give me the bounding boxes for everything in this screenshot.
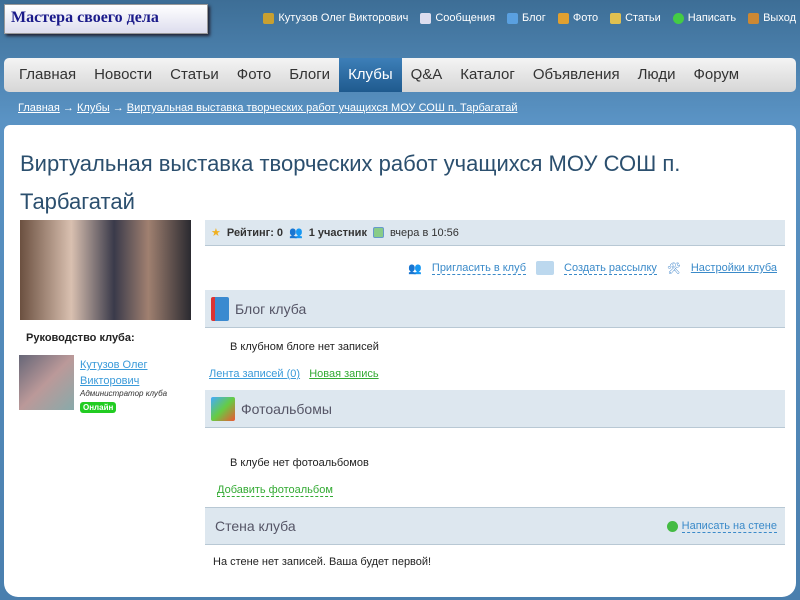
blog-link[interactable]: Блог — [507, 12, 546, 24]
nav-photo[interactable]: Фото — [228, 58, 280, 92]
rating: Рейтинг: 0 — [226, 226, 284, 239]
online-badge: Онлайн — [80, 402, 117, 413]
logout-link[interactable]: Выход — [748, 12, 796, 24]
photo-icon — [557, 12, 569, 24]
profile-link[interactable]: Кутузов Олег Викторович — [263, 12, 408, 24]
articles-icon — [610, 12, 622, 24]
invite-icon: 👥 — [408, 262, 422, 275]
nav-ads[interactable]: Объявления — [524, 58, 629, 92]
feed-link[interactable]: Лента записей (0) — [209, 368, 300, 380]
albums-title: Фотоальбомы — [241, 400, 332, 417]
blog-header: Блог клуба — [205, 290, 785, 328]
blog-links: Лента записей (0) Новая запись — [209, 368, 789, 380]
nav-blogs[interactable]: Блоги — [280, 58, 339, 92]
members-count[interactable]: 1 участник — [309, 227, 367, 239]
messages-link[interactable]: Сообщения — [420, 12, 495, 24]
breadcrumb-home[interactable]: Главная — [18, 102, 60, 114]
nav-home[interactable]: Главная — [10, 58, 85, 92]
breadcrumb: Главная → Клубы → Виртуальная выставка т… — [18, 102, 518, 114]
wall-header: Стена клуба Написать на стене — [205, 507, 785, 545]
date: вчера в 10:56 — [389, 226, 459, 239]
breadcrumb-current[interactable]: Виртуальная выставка творческих работ уч… — [127, 102, 518, 114]
main-nav: Главная Новости Статьи Фото Блоги Клубы … — [4, 58, 796, 92]
nav-forum[interactable]: Форум — [684, 58, 748, 92]
albums-links: Добавить фотоальбом — [217, 484, 797, 497]
articles-label: Статьи — [625, 12, 661, 24]
club-photo — [20, 220, 191, 320]
user-menu: Кутузов Олег Викторович Сообщения Блог Ф… — [263, 12, 796, 24]
avatar[interactable] — [19, 355, 74, 410]
tools-icon: 🛠 — [666, 262, 681, 275]
add-album-link[interactable]: Добавить фотоальбом — [217, 484, 333, 497]
blog-title: Блог клуба — [235, 300, 307, 317]
albums-header: Фотоальбомы — [205, 390, 785, 428]
messages-label: Сообщения — [435, 12, 496, 24]
nav-articles[interactable]: Статьи — [161, 58, 228, 92]
admin-name-link[interactable]: Кутузов Олег Викторович — [80, 357, 170, 389]
breadcrumb-clubs[interactable]: Клубы — [77, 102, 110, 114]
albums-empty: В клубе нет фотоальбомов — [230, 457, 369, 469]
leadership-label: Руководство клуба: — [26, 332, 135, 344]
write-wall-label: Написать на стене — [681, 519, 777, 533]
exit-icon — [748, 12, 760, 24]
club-actions: 👥 Пригласить в клуб Создать рассылку 🛠 Нас… — [205, 255, 785, 281]
write-wall-button[interactable]: Написать на стене — [666, 519, 777, 533]
new-post-link[interactable]: Новая запись — [309, 368, 378, 380]
star-icon: ★ — [211, 227, 221, 239]
content-panel: Виртуальная выставка творческих работ уч… — [4, 125, 796, 597]
club-info-bar: ★ Рейтинг: 0 👥 1 участник вчера в 10:56 — [205, 220, 785, 246]
nav-news[interactable]: Новости — [85, 58, 161, 92]
photo-link[interactable]: Фото — [557, 12, 599, 24]
page-title: Виртуальная выставка творческих работ уч… — [20, 151, 681, 214]
articles-link[interactable]: Статьи — [610, 12, 661, 24]
profile-label: Кутузов Олег Викторович — [278, 12, 409, 24]
blog-empty: В клубном блоге нет записей — [230, 341, 379, 353]
nav-people[interactable]: Люди — [629, 58, 685, 92]
wall-title: Стена клуба — [215, 518, 296, 534]
mail-icon — [536, 261, 555, 275]
nav-catalog[interactable]: Каталог — [451, 58, 524, 92]
nav-qa[interactable]: Q&A — [402, 58, 452, 92]
calendar-icon — [372, 227, 384, 238]
wall-empty: На стене нет записей. Ваша будет первой! — [213, 556, 432, 568]
book-icon — [211, 296, 229, 321]
write-link[interactable]: Написать — [672, 12, 737, 24]
blog-label: Блог — [522, 12, 546, 24]
settings-button[interactable]: Настройки клуба — [691, 262, 777, 274]
albums-icon — [211, 396, 235, 421]
logout-label: Выход — [763, 12, 796, 24]
plus-icon — [666, 520, 678, 532]
user-icon — [263, 12, 275, 24]
invite-button[interactable]: Пригласить в клуб — [431, 262, 527, 275]
envelope-icon — [420, 12, 432, 24]
mailing-button[interactable]: Создать рассылку — [564, 262, 657, 275]
write-label: Написать — [687, 12, 737, 24]
site-logo[interactable]: Мастера своего дела — [4, 4, 208, 34]
nav-clubs[interactable]: Клубы — [339, 58, 402, 92]
blog-icon — [507, 12, 519, 24]
members-icon: 👥 — [289, 227, 303, 239]
photo-label: Фото — [572, 12, 599, 24]
admin-role: Администратор клуба — [80, 389, 168, 398]
plus-icon — [672, 12, 684, 24]
